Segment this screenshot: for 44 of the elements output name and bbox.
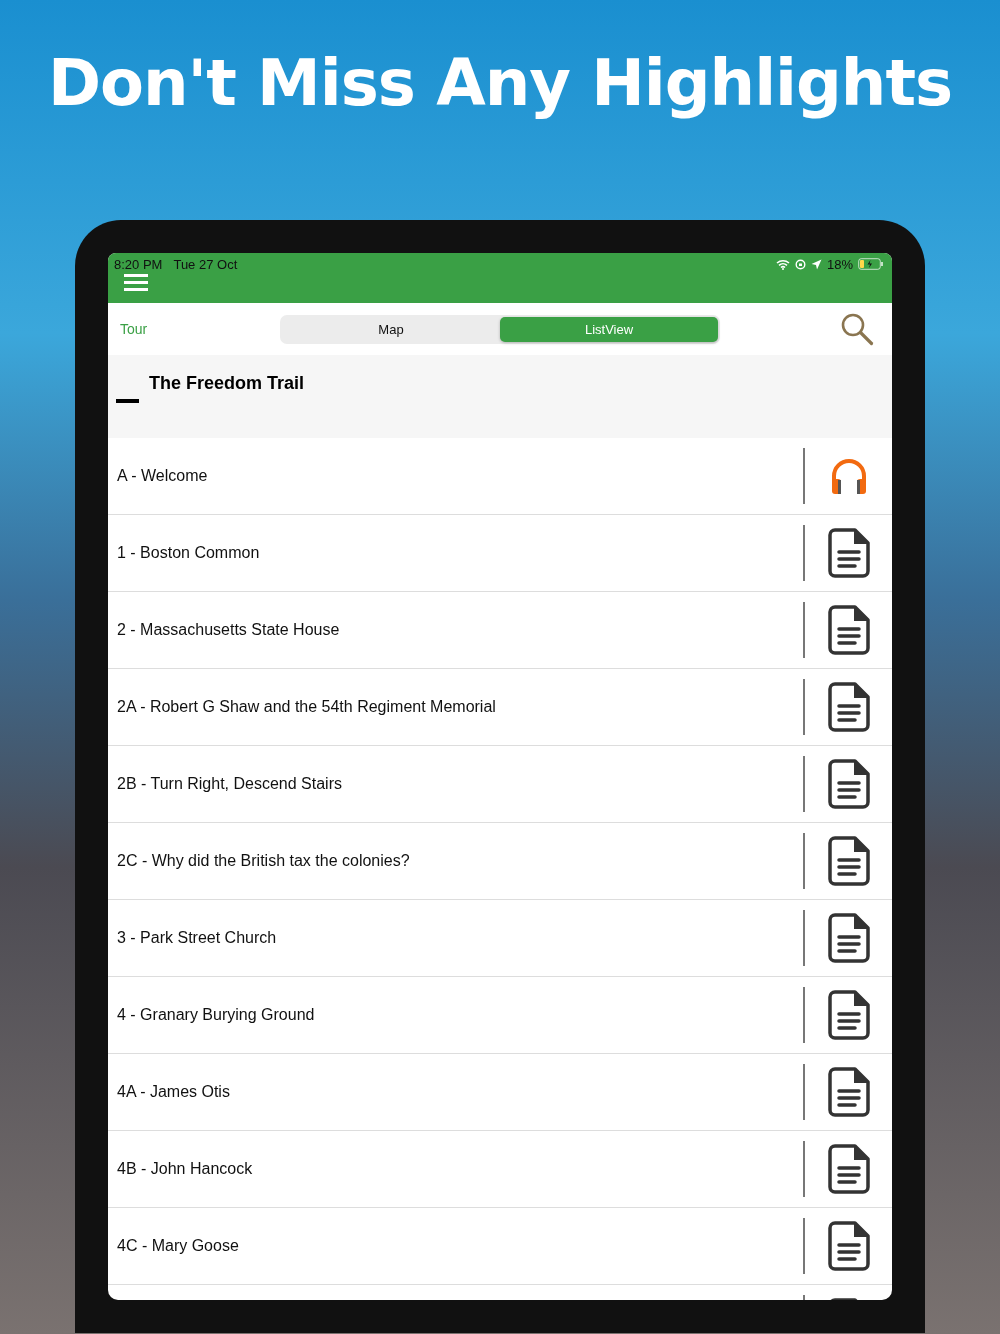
stop-row[interactable]: 4B - John Hancock bbox=[108, 1131, 892, 1208]
search-button[interactable] bbox=[840, 312, 874, 346]
document-icon[interactable] bbox=[827, 759, 870, 809]
stop-title: 2 - Massachusetts State House bbox=[117, 621, 340, 639]
wifi-icon bbox=[775, 258, 790, 270]
stop-row[interactable]: 4A - James Otis bbox=[108, 1054, 892, 1131]
stop-title: 4A - James Otis bbox=[117, 1083, 230, 1101]
stop-row[interactable]: 2C - Why did the British tax the colonies? bbox=[108, 823, 892, 900]
document-icon[interactable] bbox=[827, 836, 870, 886]
stop-row[interactable]: 1 - Boston Common bbox=[108, 515, 892, 592]
document-icon[interactable] bbox=[827, 605, 870, 655]
document-icon[interactable] bbox=[827, 1221, 870, 1271]
stop-title: 4B - John Hancock bbox=[117, 1160, 253, 1178]
stop-row[interactable]: 3 - Park Street Church bbox=[108, 900, 892, 977]
stop-row[interactable]: 2B - Turn Right, Descend Stairs bbox=[108, 746, 892, 823]
status-date: Tue 27 Oct bbox=[173, 256, 238, 272]
stop-row[interactable]: 2A - Robert G Shaw and the 54th Regiment Memorial bbox=[108, 669, 892, 746]
battery-icon bbox=[858, 258, 884, 270]
stop-title: 2C - Why did the British tax the colonies? bbox=[117, 852, 410, 870]
stop-title: 3 - Park Street Church bbox=[117, 929, 277, 947]
location-arrow-icon bbox=[810, 258, 822, 270]
stop-title: A - Welcome bbox=[117, 467, 208, 485]
view-tab[interactable]: Map bbox=[282, 316, 500, 342]
menu-button[interactable] bbox=[124, 274, 148, 292]
document-icon[interactable] bbox=[827, 528, 870, 578]
headline: Don't Miss Any Highlights bbox=[47, 46, 953, 122]
stop-title: 2B - Turn Right, Descend Stairs bbox=[117, 775, 342, 793]
document-icon[interactable] bbox=[827, 913, 870, 963]
stop-title: 2A - Robert G Shaw and the 54th Regiment Memorial bbox=[117, 698, 496, 716]
document-icon[interactable] bbox=[827, 1144, 870, 1194]
stop-row[interactable]: A - Welcome bbox=[108, 438, 892, 515]
status-time: 8:20 PM bbox=[114, 256, 163, 272]
document-icon[interactable] bbox=[827, 682, 870, 732]
battery-percent: 18% bbox=[826, 256, 853, 272]
stop-row[interactable]: 4C - Mary Goose bbox=[108, 1208, 892, 1285]
stop-title: 4 - Granary Burying Ground bbox=[117, 1006, 315, 1024]
tour-title: The Freedom Trail bbox=[149, 373, 305, 394]
stop-title: 4C - Mary Goose bbox=[117, 1237, 239, 1255]
stop-title: 1 - Boston Common bbox=[117, 544, 260, 562]
stop-row[interactable]: 2 - Massachusetts State House bbox=[108, 592, 892, 669]
document-icon[interactable] bbox=[827, 990, 870, 1040]
rotation-lock-icon bbox=[794, 258, 806, 270]
stop-row[interactable]: 4 - Granary Burying Ground bbox=[108, 977, 892, 1054]
document-icon[interactable] bbox=[827, 1067, 870, 1117]
